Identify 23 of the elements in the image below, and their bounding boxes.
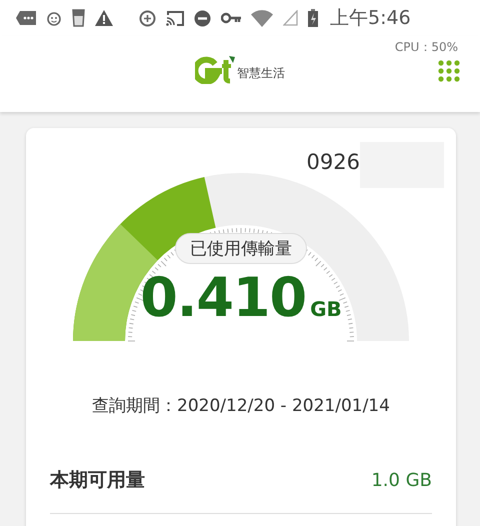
logo-icon bbox=[195, 56, 235, 84]
logo-text: 智慧生活 bbox=[237, 65, 285, 82]
cpu-usage: CPU：50% bbox=[394, 39, 458, 56]
cell-signal-icon bbox=[283, 10, 298, 26]
robot-face-icon bbox=[46, 10, 62, 26]
cast-icon bbox=[166, 10, 184, 26]
warning-icon bbox=[95, 10, 113, 26]
usage-unit: GB bbox=[310, 297, 342, 321]
status-time: 上午5:46 bbox=[330, 6, 411, 31]
message-icon bbox=[16, 11, 36, 25]
row-label: 本期可用量 bbox=[50, 468, 145, 493]
row-value: 1.0 GB bbox=[371, 470, 432, 490]
do-not-disturb-icon bbox=[194, 10, 211, 26]
key-icon bbox=[221, 12, 241, 24]
usage-value: 0.410 bbox=[140, 266, 306, 329]
wifi-icon bbox=[251, 10, 273, 26]
query-period: 查詢期間：2020/12/20 - 2021/01/14 bbox=[91, 395, 391, 417]
glass-icon bbox=[72, 9, 85, 27]
data-saver-icon bbox=[139, 10, 156, 26]
phone-number: 0926 bbox=[306, 150, 360, 174]
battery-charging-icon bbox=[308, 9, 318, 27]
menu-icon[interactable] bbox=[438, 60, 460, 82]
usage-label: 已使用傳輸量 bbox=[175, 233, 307, 264]
